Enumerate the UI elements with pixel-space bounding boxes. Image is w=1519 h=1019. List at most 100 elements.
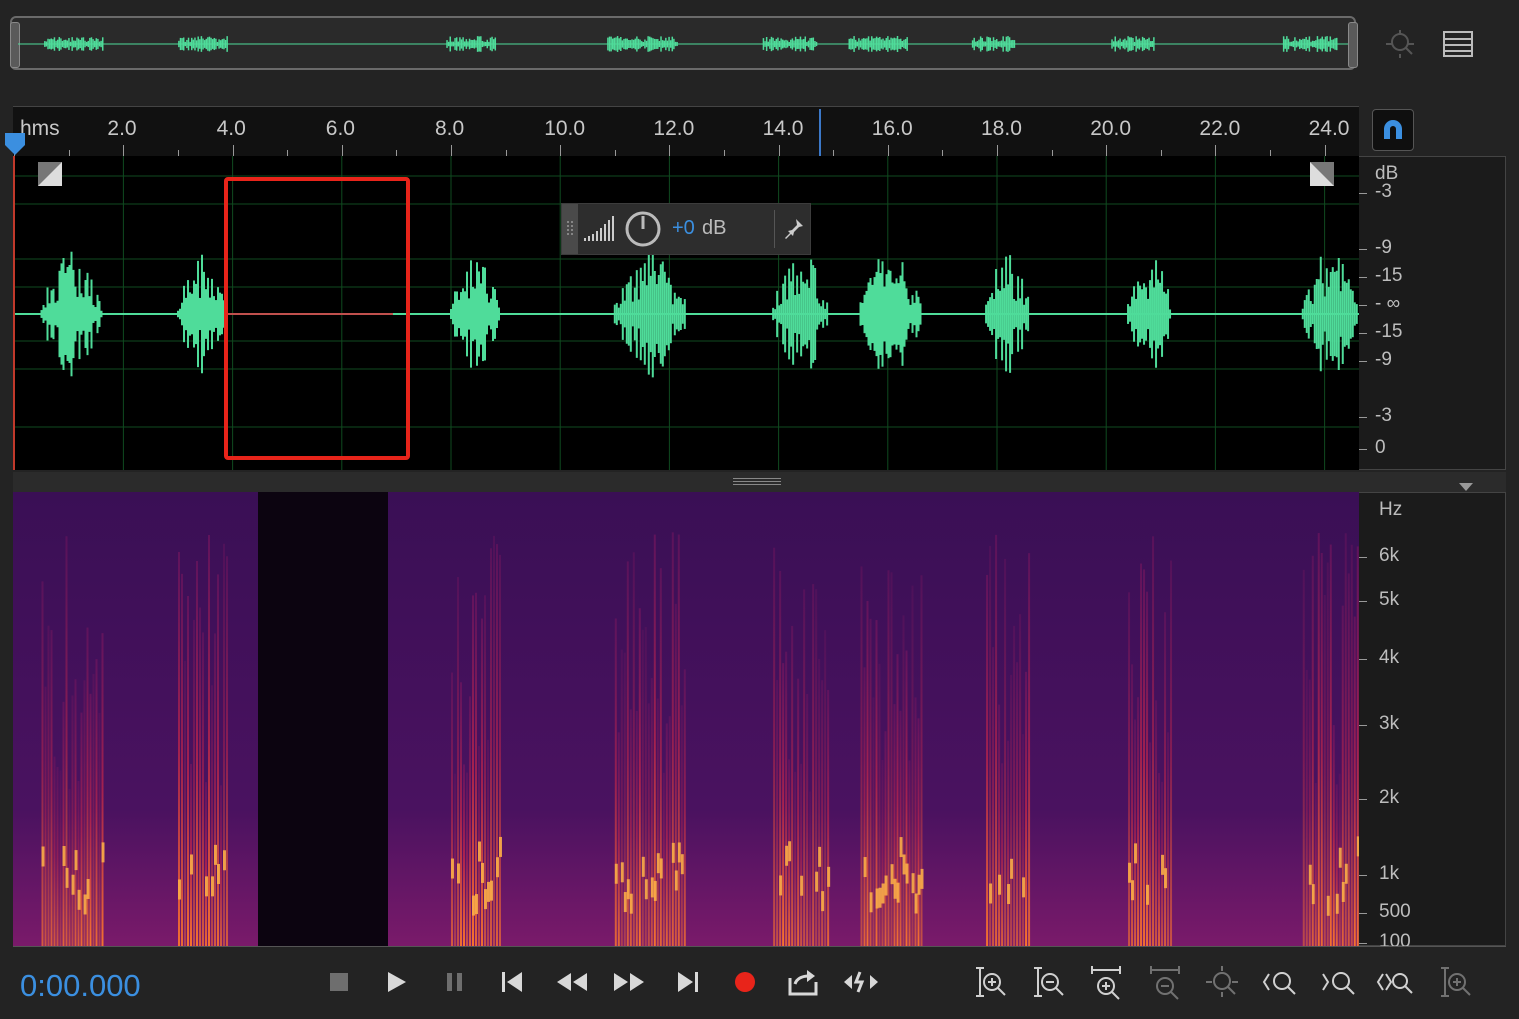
spectrogram-formant <box>1134 843 1138 864</box>
zoom-selection-left-button[interactable] <box>1259 962 1299 1002</box>
collapse-arrow-icon[interactable] <box>1459 478 1473 491</box>
spectrogram-formant <box>800 875 804 896</box>
zoom-selection-right-icon <box>1322 972 1355 995</box>
spectrogram-band <box>214 633 216 946</box>
overview-right-handle[interactable] <box>1348 22 1358 68</box>
skip-selection-button[interactable] <box>843 964 879 1000</box>
spectrogram-formant <box>487 881 490 902</box>
record-button[interactable] <box>727 964 763 1000</box>
view-splitter[interactable] <box>13 472 1506 492</box>
zoom-selection-right-button[interactable] <box>1318 962 1358 1002</box>
pause-button[interactable] <box>437 964 473 1000</box>
fade-out-handle-icon[interactable] <box>1310 162 1334 186</box>
spectrogram-formant <box>902 854 906 875</box>
fast-forward-button[interactable] <box>611 964 647 1000</box>
spectrogram-band <box>1022 734 1025 946</box>
spectrogram-band <box>1320 553 1323 946</box>
spectrogram-band <box>620 649 623 946</box>
spectrogram-band <box>496 544 498 946</box>
zoom-selection-button[interactable] <box>1375 962 1415 1002</box>
spectrogram-formant <box>101 842 105 863</box>
spectrogram-formant <box>881 883 885 904</box>
zoom-out-horizontal-button[interactable] <box>1145 962 1185 1002</box>
snap-magnet-button[interactable] <box>1372 109 1414 151</box>
spectrogram-formant <box>451 858 454 879</box>
spectrogram-formant <box>788 841 792 862</box>
zoom-out-vertical-icon <box>1034 967 1064 997</box>
spectrogram-band <box>68 788 71 946</box>
zoom-reset-vertical-button[interactable] <box>1435 962 1475 1002</box>
spectrogram-band <box>794 771 797 946</box>
start-marker-icon[interactable] <box>4 132 26 156</box>
spectrogram-band <box>638 608 641 946</box>
stop-button[interactable] <box>321 964 357 1000</box>
spectrogram-formant <box>211 876 214 897</box>
zoom-in-horizontal-button[interactable] <box>1086 962 1126 1002</box>
play-button[interactable] <box>378 964 414 1000</box>
spectrogram-band <box>617 732 620 946</box>
zoom-full-icon <box>1206 966 1238 997</box>
toolbar-grip[interactable] <box>562 204 578 254</box>
spectrogram-formant <box>671 842 675 863</box>
spectrogram-band <box>56 766 59 946</box>
selection-highlight[interactable] <box>224 177 410 460</box>
spectrogram-band <box>1314 783 1317 946</box>
pin-icon[interactable] <box>782 216 806 240</box>
fade-in-handle-icon[interactable] <box>38 162 62 186</box>
spectrogram-band <box>1010 674 1013 946</box>
spectrogram-band <box>1155 700 1158 946</box>
spectrogram-band <box>202 632 204 946</box>
time-display[interactable]: 0:00.000 <box>20 968 141 1004</box>
go-to-end-button[interactable] <box>670 964 706 1000</box>
spectrogram-band <box>1308 679 1311 946</box>
spectrogram-band <box>220 785 222 946</box>
spectrogram-formant <box>905 863 909 884</box>
spectrogram-formant <box>896 882 900 903</box>
spectrogram-band <box>80 712 83 946</box>
go-to-start-button[interactable] <box>494 964 530 1000</box>
spectrogram-band <box>824 630 827 946</box>
spectrogram-band <box>95 659 98 946</box>
spectrogram-formant <box>481 862 484 883</box>
spectrogram-band <box>71 695 74 946</box>
hz-label: 1k <box>1379 863 1400 884</box>
spectrogram-formant <box>680 854 684 875</box>
spectrogram-band <box>884 731 887 946</box>
spectrogram-band <box>77 781 80 946</box>
spectrogram-band <box>1323 595 1326 946</box>
rewind-button[interactable] <box>554 964 590 1000</box>
spectrogram-formant <box>614 863 618 884</box>
spectrogram-band <box>98 713 101 946</box>
spectrogram-band <box>196 560 198 946</box>
spectrogram-formant <box>644 879 648 900</box>
hz-tick <box>1359 725 1367 726</box>
ruler-tick-label: 20.0 <box>1090 117 1132 140</box>
zoom-full-button[interactable] <box>1202 962 1242 1002</box>
spectrogram-formant <box>65 867 69 888</box>
gain-knob[interactable] <box>624 210 662 248</box>
spectrogram-band <box>806 694 809 946</box>
spectrogram-band <box>1007 740 1010 946</box>
zoom-fit-icon[interactable] <box>1382 26 1418 62</box>
spectrogram-view[interactable] <box>13 492 1360 946</box>
loop-button[interactable] <box>785 964 821 1000</box>
time-ruler[interactable]: hms 2.0 4.0 6.0 8.0 10.0 12.0 14.0 16.0 18.0 20.0… <box>13 106 1359 157</box>
spectrogram-band <box>890 572 893 946</box>
spectrogram-formant <box>869 892 873 913</box>
spectrogram-band <box>632 552 635 946</box>
spectrogram-band <box>1350 544 1353 946</box>
silence-region <box>258 492 388 946</box>
spectrogram-band <box>1353 616 1356 946</box>
menu-icon[interactable] <box>1440 28 1476 60</box>
spectrogram-formant <box>899 837 903 858</box>
spectrogram-band <box>1128 592 1131 946</box>
pause-icon <box>447 973 462 991</box>
spectrogram-band <box>797 678 800 946</box>
spectrogram-formant <box>178 879 181 900</box>
spectrogram-band <box>1004 558 1007 946</box>
zoom-in-vertical-button[interactable] <box>970 962 1010 1002</box>
spectrogram-band <box>818 658 821 946</box>
spectrogram-band <box>74 679 77 946</box>
zoom-out-vertical-button[interactable] <box>1028 962 1068 1002</box>
db-label: -9 <box>1375 237 1392 258</box>
